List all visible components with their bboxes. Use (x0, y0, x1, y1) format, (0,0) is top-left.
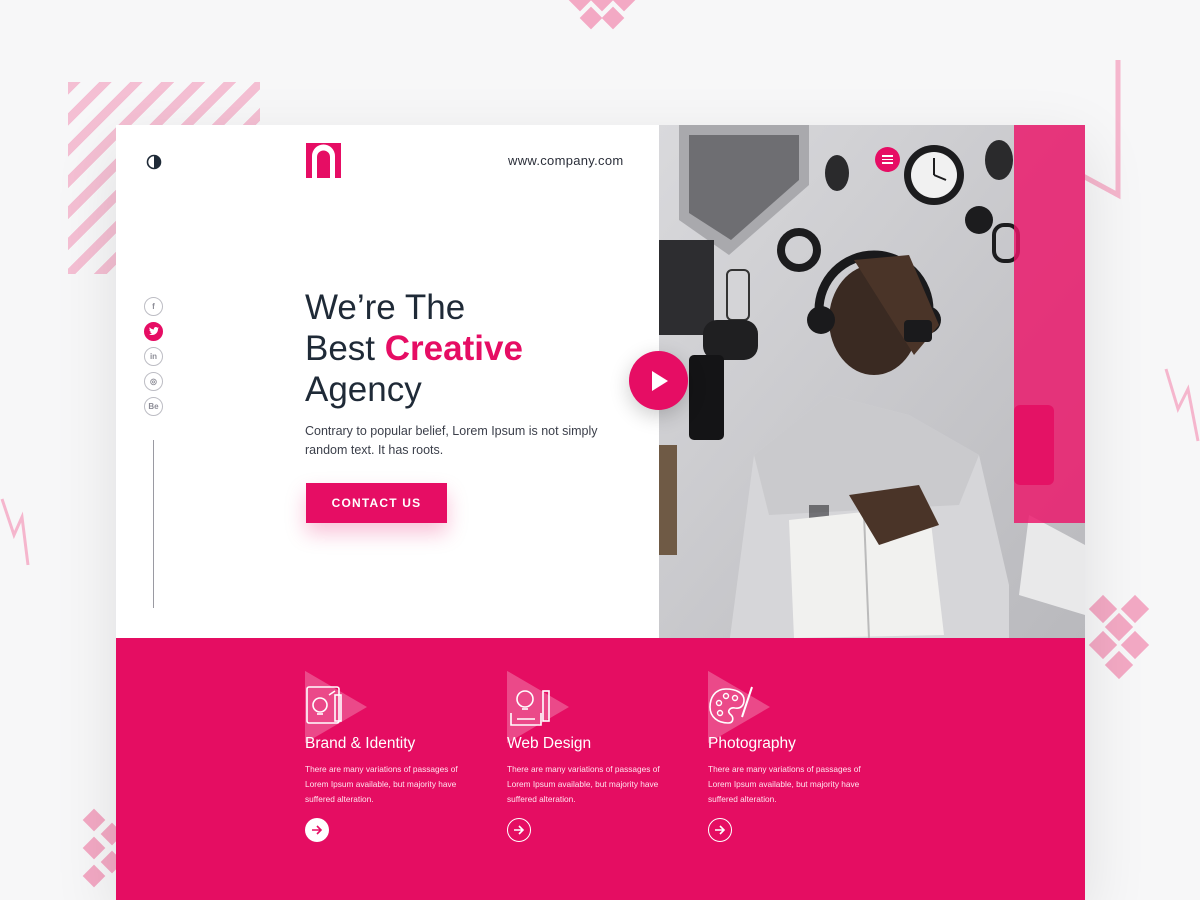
hero-photo (659, 125, 1085, 638)
behance-icon[interactable]: Be (144, 397, 163, 416)
decorative-diamonds-right (1085, 594, 1165, 695)
service-arrow-button[interactable] (507, 818, 531, 842)
contact-us-button[interactable]: CONTACT US (306, 483, 447, 523)
twitter-icon[interactable] (144, 322, 163, 341)
service-arrow-button[interactable] (305, 818, 329, 842)
web-design-icon (507, 670, 569, 744)
services-section: Brand & Identity There are many variatio… (116, 638, 1085, 900)
contrast-toggle-icon[interactable] (146, 154, 162, 170)
arrow-right-icon (715, 825, 726, 835)
service-arrow-button[interactable] (708, 818, 732, 842)
linkedin-icon[interactable]: in (144, 347, 163, 366)
service-description: There are many variations of passages of… (708, 764, 861, 804)
brand-identity-icon (305, 670, 367, 744)
decorative-diamonds-top (568, 0, 640, 30)
brand-logo[interactable] (306, 143, 341, 178)
decorative-zigzag-left (0, 498, 30, 566)
hero-headline: We’re The Best Creative Agency (305, 287, 523, 410)
photography-icon (708, 670, 770, 744)
headline-line-3: Agency (305, 370, 422, 409)
headline-line-2: Best (305, 329, 385, 368)
service-title: Brand & Identity (305, 735, 416, 752)
play-icon (651, 370, 668, 391)
service-title: Photography (708, 735, 796, 752)
photo-accent-overlay (1014, 125, 1085, 523)
service-description: There are many variations of passages of… (507, 764, 660, 804)
hamburger-menu-icon[interactable] (875, 147, 900, 172)
dribbble-icon[interactable]: ◎ (144, 372, 163, 391)
headline-line-1: We’re The (305, 288, 466, 327)
headline-accent-word: Creative (384, 329, 523, 368)
decorative-zigzag-right (1164, 368, 1200, 442)
play-video-button[interactable] (629, 351, 688, 410)
arrow-right-icon (312, 825, 323, 835)
arrow-right-icon (514, 825, 525, 835)
service-title: Web Design (507, 735, 592, 752)
site-url-link[interactable]: www.company.com (508, 153, 624, 168)
hero-section: www.company.com f in ◎ Be We’re The Best… (116, 125, 659, 638)
service-description: There are many variations of passages of… (305, 764, 458, 804)
landing-page-card: www.company.com f in ◎ Be We’re The Best… (116, 125, 1085, 900)
facebook-icon[interactable]: f (144, 297, 163, 316)
vertical-divider (153, 440, 154, 608)
social-links: f in ◎ Be (144, 297, 163, 416)
hero-description: Contrary to popular belief, Lorem Ipsum … (305, 424, 598, 457)
